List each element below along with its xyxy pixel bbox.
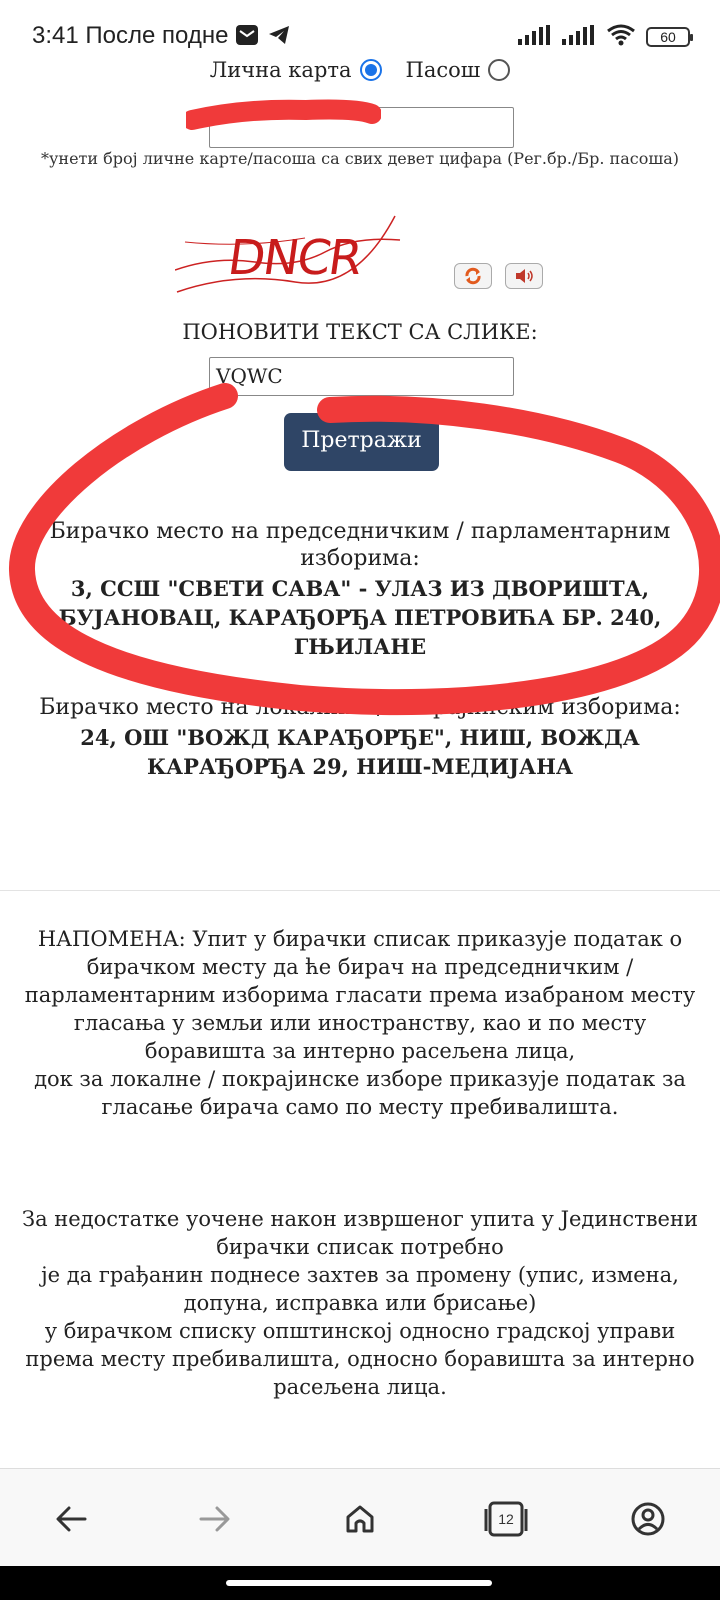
- account-button[interactable]: [628, 1499, 668, 1539]
- tab-count: 12: [498, 1511, 514, 1527]
- note-paragraph: За недостатке уочене након извршеног упи…: [22, 1207, 698, 1259]
- gesture-pill[interactable]: [226, 1580, 492, 1586]
- wifi-icon: [606, 24, 636, 50]
- local-result: Бирачко место на локалним / покрајинским…: [10, 694, 710, 781]
- mail-icon: [235, 24, 259, 50]
- id-type-row: Лична карта Пасош: [0, 58, 720, 82]
- captcha-input[interactable]: VQWC: [209, 357, 514, 396]
- note-paragraph: је да грађанин поднесе захтев за промену…: [41, 1263, 679, 1315]
- home-icon: [346, 1505, 374, 1533]
- note-paragraph: док за локалне / покрајинске изборе прик…: [34, 1067, 686, 1119]
- battery-icon: 60: [646, 27, 693, 47]
- redaction-scribble: [186, 99, 381, 130]
- repeat-text-label: ПОНОВИТИ ТЕКСТ СА СЛИКЕ:: [182, 320, 538, 344]
- status-icons: 60: [518, 24, 693, 50]
- note-paragraph: НАПОМЕНА: Упит у бирачки списак приказуј…: [24, 927, 696, 1063]
- gesture-bar: [0, 1566, 720, 1600]
- arrow-right-icon: [199, 1506, 230, 1532]
- local-value: 24, ОШ "ВОЖД КАРАЂОРЂЕ", НИШ, ВОЖДА КАРА…: [80, 725, 640, 779]
- status-time: 3:41 После подне: [32, 22, 229, 49]
- speaker-icon: [516, 269, 533, 283]
- captcha-image: DNCR: [175, 215, 401, 293]
- refresh-icon: [465, 267, 481, 285]
- telegram-icon: [267, 24, 291, 50]
- signal-icon: [518, 25, 552, 49]
- id-card-label: Лична карта: [209, 58, 352, 82]
- refresh-captcha-button[interactable]: [454, 263, 492, 289]
- account-icon: [631, 1502, 665, 1536]
- status-bar: 3:41 После подне 60: [0, 0, 720, 62]
- forward-button[interactable]: [195, 1499, 235, 1539]
- presidential-result: Бирачко место на председничким / парламе…: [10, 518, 710, 661]
- tabs-button[interactable]: 12: [484, 1499, 528, 1539]
- note-correction: За недостатке уочене након извршеног упи…: [14, 1205, 706, 1401]
- back-button[interactable]: [51, 1499, 91, 1539]
- home-button[interactable]: [340, 1499, 380, 1539]
- captcha-text: DNCR: [225, 230, 366, 286]
- section-divider: [0, 890, 720, 891]
- audio-captcha-button[interactable]: [505, 263, 543, 289]
- id-card-radio[interactable]: [359, 59, 382, 81]
- passport-label: Пасош: [405, 58, 481, 82]
- id-hint-text: *унети број личне карте/пасоша са свих д…: [41, 149, 679, 168]
- note-paragraph: у бирачком списку општинској односно гра…: [44, 1319, 676, 1343]
- local-label: Бирачко место на локалним / покрајинским…: [39, 695, 681, 720]
- search-button[interactable]: Претражи: [284, 413, 439, 471]
- passport-radio[interactable]: [488, 59, 511, 81]
- browser-bottom-bar: 12: [0, 1468, 720, 1566]
- presidential-value: 3, ССШ "СВЕТИ САВА" - УЛАЗ ИЗ ДВОРИШТА, …: [58, 576, 662, 659]
- presidential-label: Бирачко место на председничким / парламе…: [49, 519, 671, 571]
- arrow-left-icon: [56, 1506, 87, 1532]
- signal-icon-2: [562, 25, 596, 49]
- note-notice: НАПОМЕНА: Упит у бирачки списак приказуј…: [14, 925, 706, 1121]
- note-paragraph: према месту пребивалишта, односно борави…: [25, 1347, 695, 1399]
